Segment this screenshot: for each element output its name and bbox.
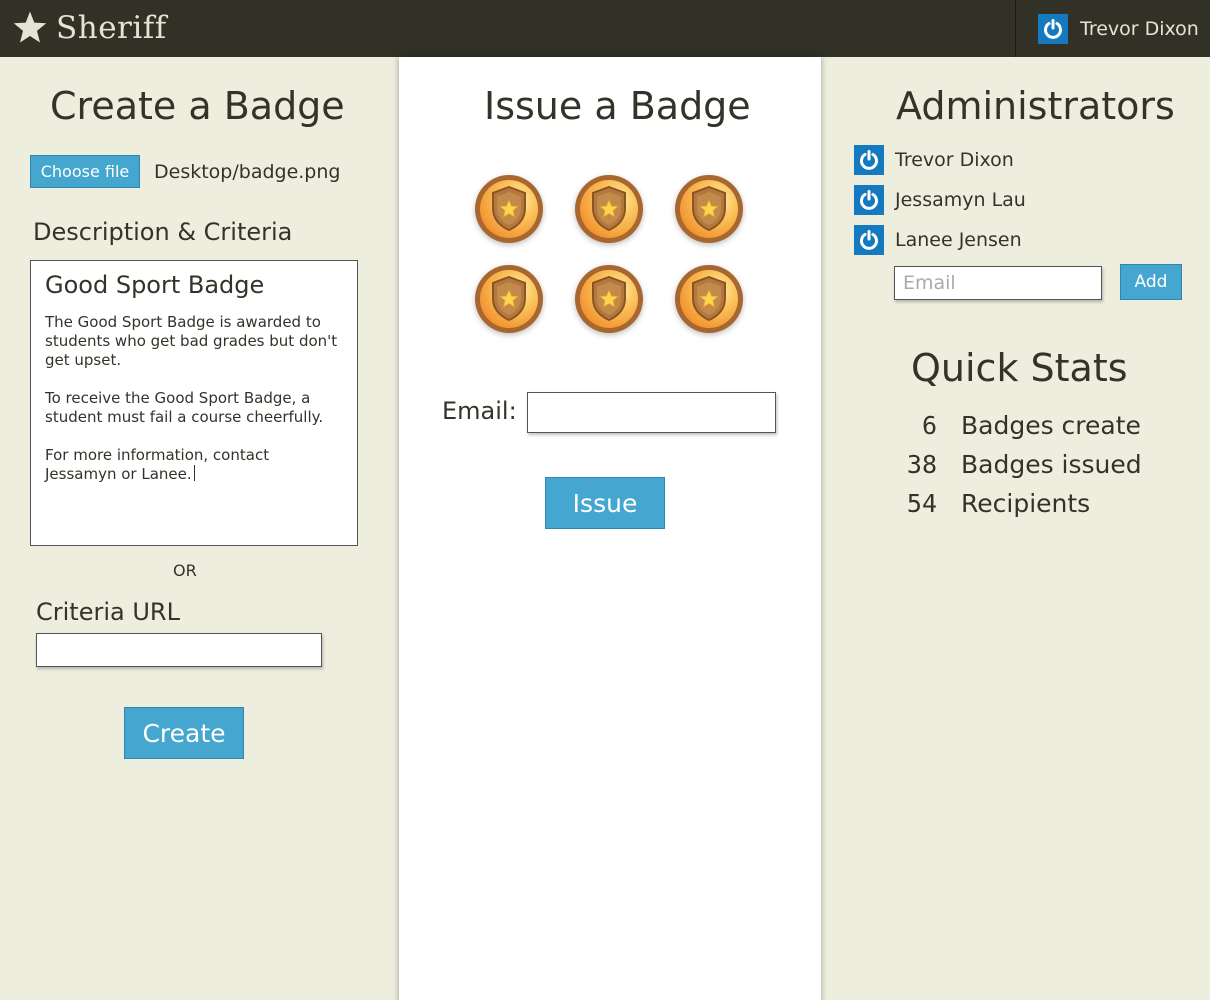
stat-value: 54 xyxy=(906,488,937,518)
issue-email-label: Email: xyxy=(442,397,517,425)
issue-email-input[interactable] xyxy=(527,392,776,433)
admin-name: Trevor Dixon xyxy=(895,149,1014,171)
admin-item: Lanee Jensen xyxy=(854,225,1022,255)
brand-logo[interactable]: Sheriff xyxy=(12,8,167,48)
admin-item: Trevor Dixon xyxy=(854,145,1014,175)
current-user-name: Trevor Dixon xyxy=(1080,17,1199,40)
badge-option-4[interactable] xyxy=(473,263,545,335)
stat-row: 6 Badges create xyxy=(895,408,1141,442)
description-paragraph: The Good Sport Badge is awarded to stude… xyxy=(45,313,338,369)
stat-row: 54 Recipients xyxy=(895,486,1090,520)
admin-email-input[interactable]: Email xyxy=(894,266,1102,300)
description-label: Description & Criteria xyxy=(33,218,293,246)
stat-value: 38 xyxy=(906,449,937,479)
description-title: Good Sport Badge xyxy=(45,271,265,299)
criteria-url-label: Criteria URL xyxy=(36,598,180,626)
or-separator: OR xyxy=(173,561,197,580)
criteria-url-input[interactable] xyxy=(36,633,322,667)
stat-label: Recipients xyxy=(961,488,1091,518)
power-icon xyxy=(854,145,884,175)
description-paragraph: To receive the Good Sport Badge, a stude… xyxy=(45,389,324,426)
admin-item: Jessamyn Lau xyxy=(854,185,1026,215)
badge-option-2[interactable] xyxy=(573,173,645,245)
badge-option-6[interactable] xyxy=(673,263,745,335)
power-icon xyxy=(854,185,884,215)
text-caret xyxy=(193,465,195,481)
stat-label: Badges create xyxy=(961,410,1141,440)
create-button[interactable]: Create xyxy=(124,707,244,759)
choose-file-button[interactable]: Choose file xyxy=(30,155,140,188)
description-textarea[interactable]: Good Sport Badge The Good Sport Badge is… xyxy=(30,260,358,546)
badge-option-1[interactable] xyxy=(473,173,545,245)
issue-badge-title: Issue a Badge xyxy=(484,84,751,128)
stat-value: 6 xyxy=(921,410,937,440)
star-icon xyxy=(13,11,47,43)
power-icon xyxy=(854,225,884,255)
description-paragraph: For more information, contact Jessamyn o… xyxy=(45,446,343,484)
badge-grid xyxy=(473,173,745,335)
issue-button[interactable]: Issue xyxy=(545,477,665,529)
admin-name: Jessamyn Lau xyxy=(895,189,1026,211)
user-menu[interactable]: Trevor Dixon xyxy=(1015,0,1210,57)
badge-option-5[interactable] xyxy=(573,263,645,335)
admin-name: Lanee Jensen xyxy=(895,229,1022,251)
add-admin-button[interactable]: Add xyxy=(1120,264,1182,300)
create-badge-title: Create a Badge xyxy=(50,84,345,128)
quick-stats-title: Quick Stats xyxy=(911,346,1128,390)
app-name: Sheriff xyxy=(56,10,167,46)
top-bar: Sheriff Trevor Dixon xyxy=(0,0,1210,57)
stat-row: 38 Badges issued xyxy=(895,447,1142,481)
badge-option-3[interactable] xyxy=(673,173,745,245)
selected-file-path: Desktop/badge.png xyxy=(154,161,341,183)
stat-label: Badges issued xyxy=(961,449,1142,479)
administrators-title: Administrators xyxy=(896,84,1175,128)
description-paragraph-text: For more information, contact Jessamyn o… xyxy=(45,446,270,483)
power-icon xyxy=(1038,13,1068,44)
